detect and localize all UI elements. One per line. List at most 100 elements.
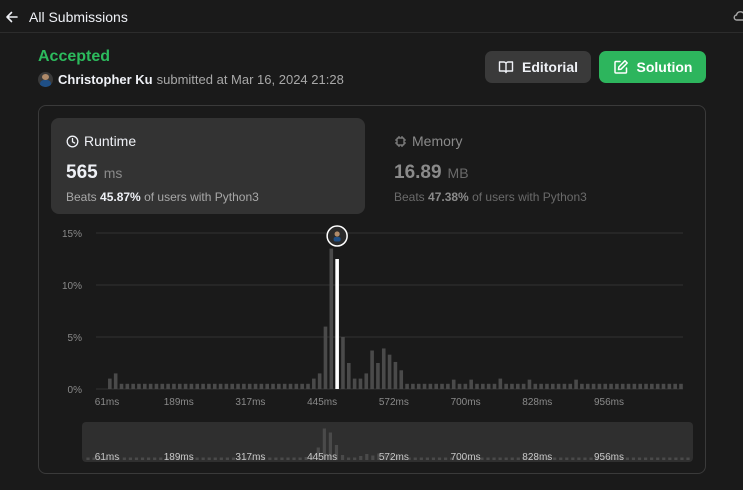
bar <box>218 383 223 389</box>
overview-bar <box>268 457 272 460</box>
bar <box>650 383 654 389</box>
overview-tick-label: 317ms <box>235 452 265 463</box>
y-tick-label: 15% <box>62 229 82 240</box>
overview-bar <box>565 457 569 460</box>
bar <box>457 383 462 389</box>
bar <box>387 354 392 389</box>
overview-bar <box>147 457 151 460</box>
bar <box>108 378 112 389</box>
bar <box>539 383 543 389</box>
bar <box>230 383 235 389</box>
overview-bar <box>86 457 90 460</box>
bar <box>306 383 310 389</box>
overview-bar <box>516 457 520 460</box>
x-tick-label: 572ms <box>379 397 409 408</box>
bar <box>405 383 409 389</box>
bar <box>265 383 269 389</box>
bar <box>626 383 631 389</box>
bar <box>416 383 421 389</box>
overview-bar <box>625 457 629 460</box>
bar <box>609 383 613 389</box>
bar <box>411 383 415 389</box>
bar <box>550 383 555 389</box>
overview-bar <box>195 457 199 460</box>
overview-bar <box>571 457 575 460</box>
overview-bar <box>340 455 345 460</box>
overview-bar <box>207 457 211 460</box>
user-marker-face <box>334 231 340 237</box>
overview-bar <box>643 457 648 460</box>
overview-bar <box>213 457 217 460</box>
bar <box>574 379 578 389</box>
bar <box>440 383 444 389</box>
x-tick-label: 956ms <box>594 397 624 408</box>
bar <box>463 383 468 389</box>
bar <box>352 378 357 389</box>
bar <box>364 373 369 389</box>
bar <box>201 383 205 389</box>
bar <box>527 379 532 389</box>
overview-bar <box>134 457 139 460</box>
bar <box>358 378 363 389</box>
runtime-distribution-chart[interactable]: 0% 5% 10% 15% 61ms 189ms 317ms 445ms 572ms 700ms 8… <box>0 0 743 490</box>
bar <box>603 383 608 389</box>
overview-bar <box>159 457 163 460</box>
y-tick-label: 0% <box>68 385 83 396</box>
bar <box>516 383 520 389</box>
overview-bar <box>510 457 514 460</box>
highlighted-bar <box>335 259 339 389</box>
overview-bar <box>504 457 508 460</box>
bar <box>673 383 677 389</box>
bar <box>317 373 322 389</box>
bar <box>655 383 660 389</box>
bar <box>510 383 514 389</box>
overview-tick-label: 828ms <box>522 452 552 463</box>
bar <box>312 378 316 389</box>
overview-bar <box>371 455 375 460</box>
overview-bar <box>425 457 429 460</box>
overview-bar <box>583 457 587 460</box>
x-tick-label: 445ms <box>307 397 337 408</box>
bar <box>667 383 672 389</box>
overview-bar <box>286 457 290 460</box>
overview-tick-label: 61ms <box>95 452 119 463</box>
bar <box>580 383 584 389</box>
overview-bar <box>298 457 302 460</box>
bar <box>113 373 118 389</box>
bar <box>242 383 246 389</box>
bar <box>597 383 602 389</box>
overview-bar <box>225 457 229 460</box>
bar <box>376 363 380 389</box>
x-tick-label: 61ms <box>95 397 119 408</box>
x-tick-label: 700ms <box>451 397 481 408</box>
overview-bar <box>480 457 484 460</box>
bar <box>393 361 398 389</box>
bar <box>160 383 165 389</box>
bar <box>481 383 485 389</box>
bar <box>288 383 293 389</box>
overview-bar <box>553 457 557 460</box>
bar <box>119 383 124 389</box>
overview-bar <box>437 457 442 460</box>
bar <box>177 383 182 389</box>
overview-bar <box>128 457 133 460</box>
bar <box>247 383 252 389</box>
overview-bar <box>443 457 448 460</box>
bar <box>294 383 299 389</box>
bar <box>615 383 619 389</box>
bar <box>370 350 374 389</box>
bar <box>521 383 526 389</box>
overview-bar <box>122 457 126 460</box>
overview-bar <box>656 457 660 460</box>
overview-bar <box>292 457 296 460</box>
bar <box>428 383 433 389</box>
bar <box>131 383 135 389</box>
bar <box>446 383 450 389</box>
bar <box>277 383 281 389</box>
bar <box>195 383 200 389</box>
bar <box>137 383 141 389</box>
overview-bar <box>353 457 357 460</box>
bar <box>341 337 345 389</box>
bar <box>207 383 211 389</box>
bar <box>434 383 439 389</box>
